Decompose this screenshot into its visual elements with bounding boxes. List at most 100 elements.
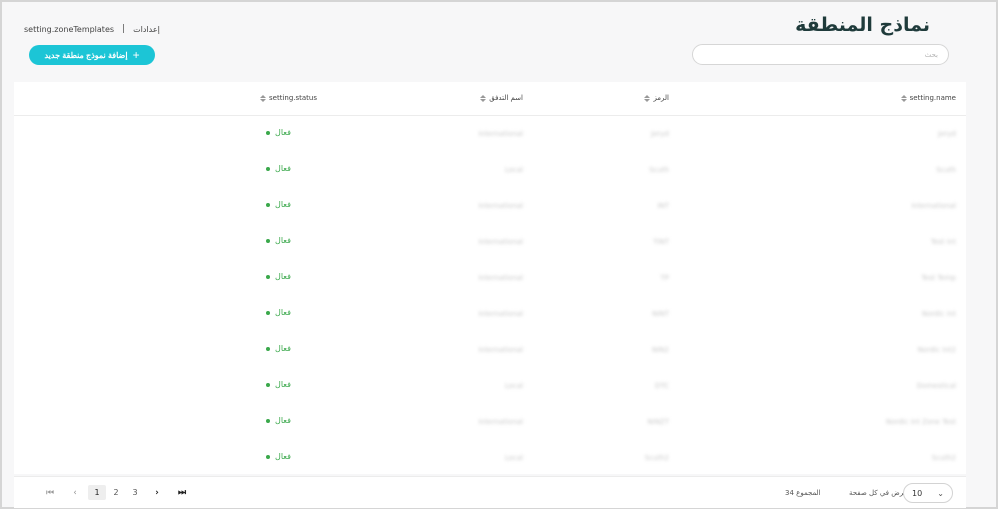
table-row[interactable]: Nordic Int Zone Test NINZT International فع… <box>14 404 966 440</box>
status-dot-icon <box>266 274 270 279</box>
pagination: ⏮ ‹ 1 2 3 › ⏭ <box>38 485 195 500</box>
breadcrumb-current: setting.zoneTemplates <box>24 24 115 34</box>
cell-code: NIN2 <box>652 346 669 354</box>
status-badge: فعال <box>266 164 291 173</box>
status-label: فعال <box>275 416 291 425</box>
status-label: فعال <box>275 200 291 209</box>
cell-code: DTC <box>654 382 669 390</box>
previous-page-icon[interactable]: ‹ <box>63 485 87 500</box>
total-count: المجموع 34 <box>785 489 821 497</box>
cell-flow: Local <box>504 166 523 174</box>
status-badge: فعال <box>266 236 291 245</box>
status-dot-icon <box>266 238 270 243</box>
cell-name: Scuth2 <box>931 454 956 462</box>
cell-code: NINZT <box>647 418 669 426</box>
cell-code: Jeryd <box>651 130 669 138</box>
status-dot-icon <box>266 202 270 207</box>
cell-code: TINT <box>653 238 669 246</box>
table-row[interactable]: Nordic Int NINT International فعال <box>14 296 966 332</box>
status-badge: فعال <box>266 128 291 137</box>
table-row[interactable]: Test Temp TP International فعال <box>14 260 966 296</box>
page-button-3[interactable]: 3 <box>126 485 144 500</box>
status-label: فعال <box>275 164 291 173</box>
table-row[interactable]: Jeryd Jeryd International فعال <box>14 116 966 152</box>
column-header-name-label: setting.name <box>909 94 956 102</box>
column-header-flow[interactable]: اسم التدفق <box>480 94 523 102</box>
status-dot-icon <box>266 130 270 135</box>
table-row[interactable]: Test Int TINT International فعال <box>14 224 966 260</box>
cell-flow: International <box>478 202 523 210</box>
cell-name: Scuth <box>936 166 956 174</box>
status-badge: فعال <box>266 452 291 461</box>
cell-code: INT <box>657 202 669 210</box>
cell-name: Test Int <box>930 238 956 246</box>
column-header-code-label: الرمز <box>653 94 669 102</box>
cell-flow: International <box>478 346 523 354</box>
status-dot-icon <box>266 454 270 459</box>
cell-code: NINT <box>652 310 669 318</box>
sort-icon <box>480 94 487 102</box>
status-label: فعال <box>275 236 291 245</box>
cell-flow: International <box>478 310 523 318</box>
status-badge: فعال <box>266 416 291 425</box>
status-dot-icon <box>266 382 270 387</box>
status-badge: فعال <box>266 308 291 317</box>
cell-name: Nordic Int <box>922 310 956 318</box>
page-title: نماذج المنطقة <box>795 14 930 36</box>
status-label: فعال <box>275 128 291 137</box>
cell-name: Nordic Int Zone Test <box>885 418 956 426</box>
first-page-icon[interactable]: ⏮ <box>38 485 62 500</box>
status-badge: فعال <box>266 200 291 209</box>
sort-icon <box>644 94 651 102</box>
next-page-icon[interactable]: › <box>145 485 169 500</box>
cell-flow: International <box>478 130 523 138</box>
sort-icon <box>900 94 907 102</box>
breadcrumb-settings-link[interactable]: إعدادات <box>133 25 160 34</box>
sort-icon <box>260 94 266 102</box>
column-header-status[interactable]: setting.status <box>260 94 317 102</box>
table-header: setting.name الرمز اسم التدفق setting.st… <box>14 82 966 116</box>
status-dot-icon <box>266 310 270 315</box>
status-label: فعال <box>275 308 291 317</box>
table-row[interactable]: Domestical DTC Local فعال <box>14 368 966 404</box>
cell-code: Scuth2 <box>644 454 669 462</box>
chevron-down-icon: ⌄ <box>937 488 944 498</box>
status-badge: فعال <box>266 272 291 281</box>
cell-code: TP <box>660 274 670 282</box>
breadcrumb-separator: | <box>122 24 126 34</box>
last-page-icon[interactable]: ⏭ <box>170 485 194 500</box>
table-row[interactable]: International INT International فعال <box>14 188 966 224</box>
table-row[interactable]: Nordic Int2 NIN2 International فعال <box>14 332 966 368</box>
column-header-code[interactable]: الرمز <box>644 94 669 102</box>
table-row[interactable]: Scuth Scuth Local فعال <box>14 152 966 188</box>
status-badge: فعال <box>266 380 291 389</box>
cell-flow: International <box>478 418 523 426</box>
per-page-value: 10 <box>912 488 923 498</box>
status-label: فعال <box>275 272 291 281</box>
cell-name: Test Temp <box>921 274 956 282</box>
add-zone-template-button[interactable]: + إضافة نموذج منطقة جديد <box>29 45 155 65</box>
cell-code: Scuth <box>649 166 669 174</box>
cell-flow: International <box>478 274 523 282</box>
breadcrumb: setting.zoneTemplates | إعدادات <box>24 24 160 34</box>
page-button-1[interactable]: 1 <box>88 485 106 500</box>
table-footer: ⏮ ‹ 1 2 3 › ⏭ المجموع 34 عرض في كل صفحة … <box>14 476 966 508</box>
app-frame: نماذج المنطقة setting.zoneTemplates | إع… <box>0 0 998 509</box>
per-page-label: عرض في كل صفحة <box>849 489 908 497</box>
table-row[interactable]: Scuth2 Scuth2 Local فعال <box>14 440 966 476</box>
cell-flow: Local <box>504 382 523 390</box>
plus-icon: + <box>132 48 140 62</box>
column-header-flow-label: اسم التدفق <box>489 94 523 102</box>
per-page-select[interactable]: 10 ⌄ <box>903 483 953 503</box>
status-badge: فعال <box>266 344 291 353</box>
cell-name: International <box>911 202 956 210</box>
status-label: فعال <box>275 344 291 353</box>
cell-flow: Local <box>504 454 523 462</box>
search-input[interactable] <box>692 44 949 65</box>
zone-templates-table: setting.name الرمز اسم التدفق setting.st… <box>14 82 966 474</box>
add-zone-template-label: إضافة نموذج منطقة جديد <box>44 50 128 60</box>
status-dot-icon <box>266 166 270 171</box>
status-dot-icon <box>266 346 270 351</box>
column-header-name[interactable]: setting.name <box>900 94 956 102</box>
page-button-2[interactable]: 2 <box>107 485 125 500</box>
